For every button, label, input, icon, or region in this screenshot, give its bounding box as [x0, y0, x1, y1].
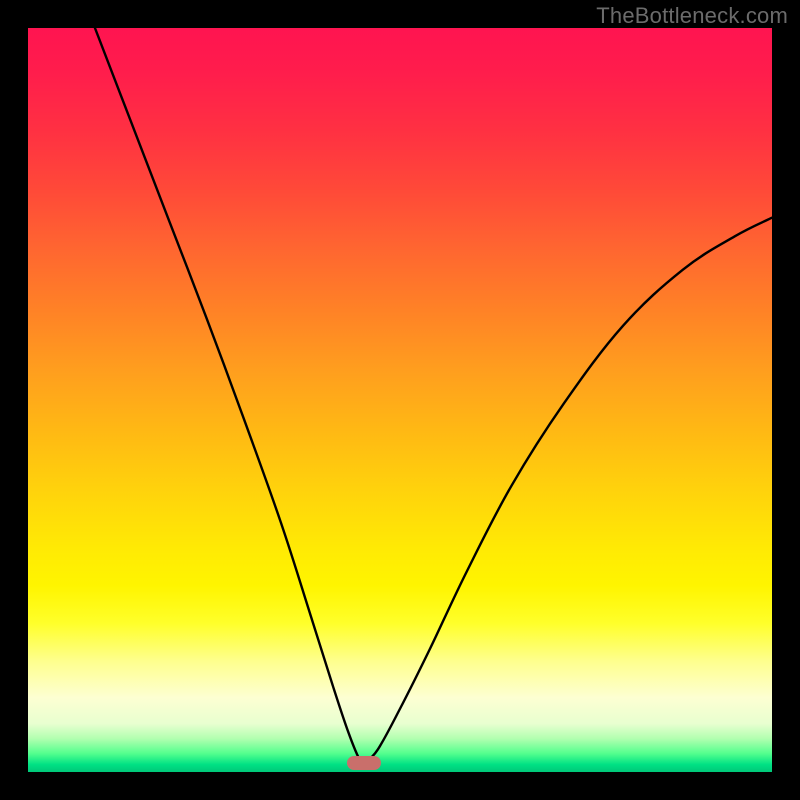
- plot-area: [28, 28, 772, 772]
- curve-layer: [28, 28, 772, 772]
- chart-frame: TheBottleneck.com: [0, 0, 800, 800]
- minimum-marker: [347, 756, 381, 770]
- curve-path: [95, 28, 772, 763]
- watermark-text: TheBottleneck.com: [596, 3, 788, 29]
